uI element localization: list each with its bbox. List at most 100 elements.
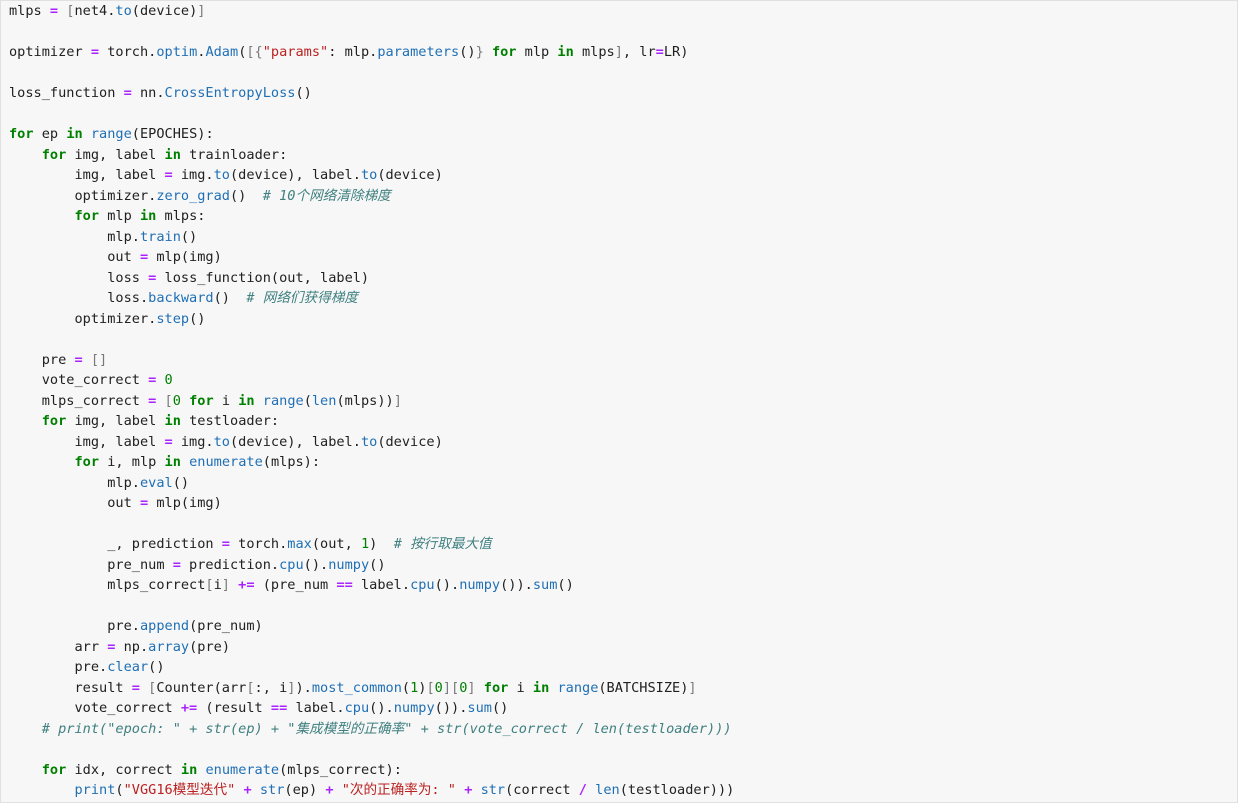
code-token: for	[74, 208, 100, 224]
code-token: ep	[33, 126, 67, 142]
code-token: []	[90, 351, 108, 368]
code-token: (EPOCHES):	[131, 126, 214, 142]
code-token: =	[90, 44, 100, 60]
code-token: (	[303, 392, 312, 409]
code-line: pre_num = prediction.cpu().numpy()	[9, 555, 734, 576]
code-line: for img, label in testloader:	[9, 411, 734, 432]
code-token: mlps:	[156, 208, 206, 224]
code-token: to	[213, 433, 230, 450]
code-token: vote_correct	[9, 700, 181, 716]
code-token: ()	[491, 700, 509, 716]
code-token: sum	[532, 577, 558, 593]
code-token: train	[139, 228, 181, 245]
code-token: ()	[189, 310, 206, 327]
code-line: _, prediction = torch.max(out, 1) # 按行取最…	[9, 534, 734, 555]
code-token: to	[115, 3, 132, 19]
code-token: (mlps):	[262, 454, 321, 470]
code-line: img, label = img.to(device), label.to(de…	[9, 165, 734, 186]
code-token: ()).	[500, 577, 533, 593]
code-token: =	[131, 679, 140, 696]
code-token: (mlps))	[336, 392, 394, 409]
code-token: +=	[180, 700, 198, 716]
code-token: ]	[221, 577, 230, 593]
code-token: optimizer.	[9, 187, 157, 204]
code-line: for img, label in trainloader:	[9, 145, 734, 166]
code-token: (device)	[377, 167, 443, 183]
code-token: }	[475, 44, 484, 60]
code-token: ()	[557, 577, 574, 593]
code-token: numpy	[393, 700, 435, 716]
code-token: =	[172, 556, 181, 573]
code-token: in	[164, 146, 181, 163]
code-token: (pre)	[189, 638, 230, 655]
code-token: (BATCHSIZE)	[598, 679, 689, 696]
code-token: (out,	[311, 536, 361, 552]
code-token: pre_num	[9, 556, 173, 573]
code-token: [	[426, 679, 435, 696]
code-line: loss.backward() # 网络们获得梯度	[9, 288, 734, 309]
code-line: pre.clear()	[9, 657, 734, 678]
code-token: [	[164, 392, 173, 409]
code-token: (device), label.	[229, 433, 361, 450]
code-token: print	[74, 782, 116, 798]
code-token: net4.	[74, 3, 116, 19]
code-token: Adam	[205, 44, 239, 60]
code-token: out	[9, 495, 140, 511]
code-token: range	[262, 392, 304, 409]
code-token: loss	[9, 269, 149, 286]
code-token: LR)	[663, 44, 689, 60]
code-token: (device)	[377, 433, 443, 450]
code-line: # print("epoch: " + str(ep) + "集成模型的正确率"…	[9, 719, 734, 740]
code-token: backward	[148, 290, 214, 306]
code-token: (correct	[505, 782, 579, 798]
code-block[interactable]: mlps = [net4.to(device)] optimizer = tor…	[9, 1, 734, 801]
code-token: ()).	[434, 700, 468, 716]
code-token: loss_function	[9, 85, 124, 101]
code-token: (device), label.	[229, 167, 361, 183]
code-token: 0	[172, 392, 181, 409]
code-token: [{	[246, 44, 263, 60]
code-token: (ep)	[284, 782, 326, 798]
code-token: 1	[360, 536, 370, 552]
code-line: pre = []	[9, 350, 734, 371]
code-token: # 10个网络清除梯度	[262, 187, 391, 204]
code-token: enumerate	[205, 761, 280, 778]
code-token: =	[221, 536, 230, 552]
code-token: most_common	[311, 679, 402, 696]
code-token: pre.	[9, 659, 108, 675]
code-token: =	[655, 44, 664, 60]
code-token: str	[480, 782, 506, 798]
code-token: vote_correct	[9, 372, 149, 388]
code-line: img, label = img.to(device), label.to(de…	[9, 432, 734, 453]
code-token: in	[180, 761, 198, 778]
code-token: mlp(img)	[148, 249, 222, 265]
code-token: for	[41, 761, 67, 778]
code-token: _, prediction	[9, 536, 222, 552]
code-line: mlp.eval()	[9, 473, 734, 494]
code-token: for	[9, 126, 34, 142]
code-token: "次的正确率为: "	[341, 782, 456, 798]
code-token: append	[139, 618, 190, 634]
code-token: img.	[172, 433, 214, 450]
code-cell[interactable]: mlps = [net4.to(device)] optimizer = tor…	[0, 0, 1238, 803]
code-token: optimizer.	[9, 310, 157, 327]
code-line: loss_function = nn.CrossEntropyLoss()	[9, 83, 734, 104]
code-token: ]	[393, 392, 402, 409]
code-token: ==	[270, 700, 288, 716]
